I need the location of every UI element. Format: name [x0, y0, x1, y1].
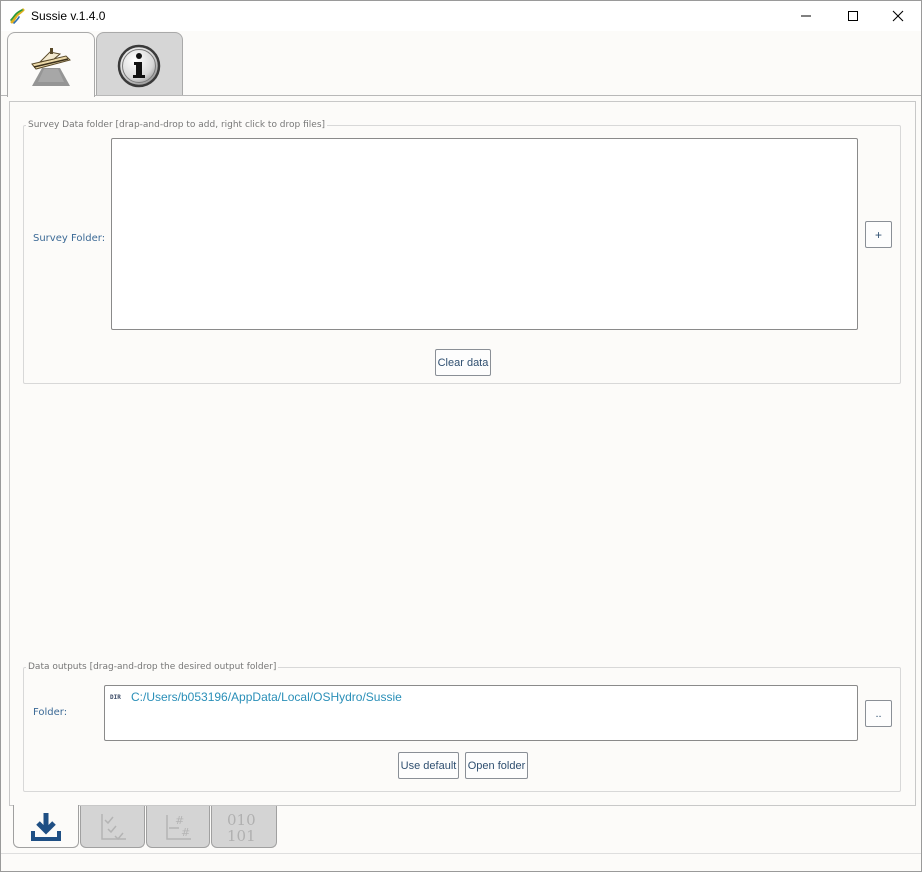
app-window: Sussie v.1.4.0 Survey Data folder [drap-… — [0, 0, 922, 872]
survey-boat-icon — [31, 48, 71, 86]
minimize-button[interactable] — [783, 1, 829, 31]
svg-text:#: # — [181, 826, 190, 839]
open-folder-button[interactable]: Open folder — [465, 752, 528, 779]
survey-group-legend: Survey Data folder [drap-and-drop to add… — [28, 120, 326, 130]
main-panel: Survey Data folder [drap-and-drop to add… — [9, 101, 916, 806]
survey-data-group: Survey Data folder [drap-and-drop to add… — [23, 120, 901, 384]
add-survey-button[interactable]: + — [865, 221, 892, 248]
minimize-icon — [801, 15, 811, 17]
binary-icon: 010 101 — [227, 811, 256, 844]
data-outputs-group: Data outputs [drag-and-drop the desired … — [23, 662, 901, 792]
window-title: Sussie v.1.4.0 — [31, 9, 106, 23]
svg-text:101: 101 — [227, 827, 256, 844]
info-icon — [117, 44, 161, 88]
tab-divider — [1, 95, 921, 96]
browse-folder-button[interactable]: .. — [865, 700, 892, 727]
tab-import[interactable] — [13, 805, 79, 848]
close-button[interactable] — [875, 1, 921, 31]
tab-binary[interactable]: 010 101 — [211, 806, 277, 848]
checklist-icon — [100, 813, 126, 840]
tab-info[interactable] — [96, 32, 183, 96]
tab-survey[interactable] — [7, 32, 95, 97]
clear-data-button[interactable]: Clear data — [435, 349, 491, 376]
download-icon — [31, 813, 61, 841]
maximize-icon — [848, 11, 858, 21]
output-folder-box[interactable]: DIR C:/Users/b053196/AppData/Local/OSHyd… — [104, 685, 858, 741]
close-icon — [892, 10, 904, 22]
app-logo-icon — [10, 8, 25, 24]
use-default-button[interactable]: Use default — [398, 752, 459, 779]
survey-folder-label: Survey Folder: — [33, 233, 106, 244]
dir-tag: DIR — [110, 694, 121, 701]
output-folder-path: C:/Users/b053196/AppData/Local/OSHydro/S… — [131, 690, 402, 704]
output-folder-label: Folder: — [33, 707, 68, 718]
output-group-legend: Data outputs [drag-and-drop the desired … — [28, 662, 277, 672]
title-bar[interactable]: Sussie v.1.4.0 — [1, 1, 921, 31]
status-bar-divider — [1, 853, 921, 854]
survey-folder-list[interactable] — [111, 138, 858, 330]
maximize-button[interactable] — [830, 1, 876, 31]
tab-checks[interactable] — [80, 806, 145, 848]
tab-numbers[interactable]: # # — [146, 806, 210, 848]
hash-list-icon: # # — [166, 814, 191, 840]
